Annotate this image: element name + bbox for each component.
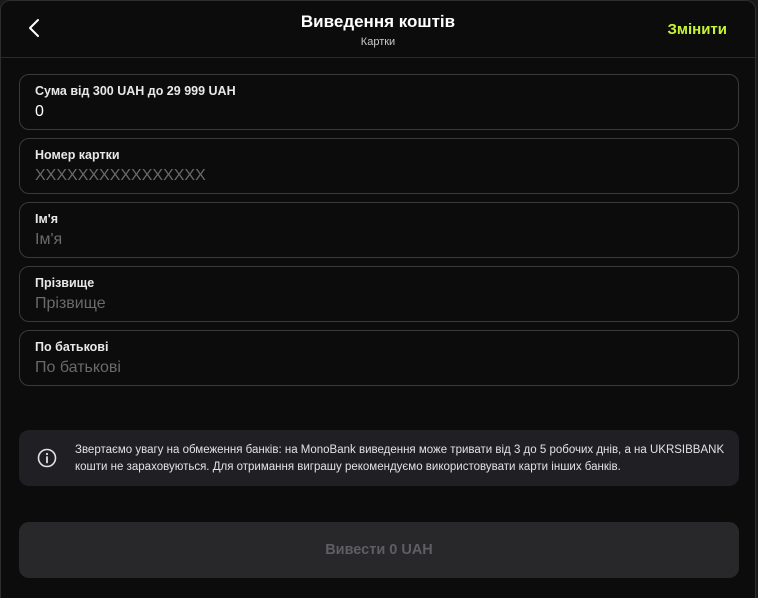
amount-field[interactable]: Сума від 300 UAH до 29 999 UAH: [19, 74, 739, 130]
amount-input[interactable]: [35, 102, 715, 122]
info-icon: [37, 448, 57, 468]
last-name-label: Прізвище: [35, 276, 95, 290]
card-number-input[interactable]: [35, 166, 715, 186]
withdraw-window: Виведення коштів Картки Змінити Сума від…: [0, 0, 756, 598]
page-title: Виведення коштів: [300, 12, 456, 31]
last-name-input[interactable]: [35, 294, 715, 314]
bank-notice: Звертаємо увагу на обмеження банків: на …: [19, 430, 739, 486]
first-name-input[interactable]: [35, 230, 715, 250]
patronymic-field[interactable]: По батькові: [19, 330, 739, 386]
first-name-field[interactable]: Ім'я: [19, 202, 739, 258]
card-number-field[interactable]: Номер картки: [19, 138, 739, 194]
amount-label: Сума від 300 UAH до 29 999 UAH: [35, 84, 236, 98]
first-name-label: Ім'я: [35, 212, 58, 226]
patronymic-label: По батькові: [35, 340, 109, 354]
patronymic-input[interactable]: [35, 358, 715, 378]
header: Виведення коштів Картки Змінити: [1, 1, 755, 58]
notice-text: Звертаємо увагу на обмеження банків: на …: [75, 444, 725, 473]
last-name-field[interactable]: Прізвище: [19, 266, 739, 322]
card-number-label: Номер картки: [35, 148, 120, 162]
change-method-button[interactable]: Змінити: [667, 21, 727, 39]
withdraw-button[interactable]: Вивести 0 UAH: [19, 522, 739, 578]
title-block: Виведення коштів Картки: [1, 12, 755, 49]
page-subtitle: Картки: [360, 36, 396, 48]
